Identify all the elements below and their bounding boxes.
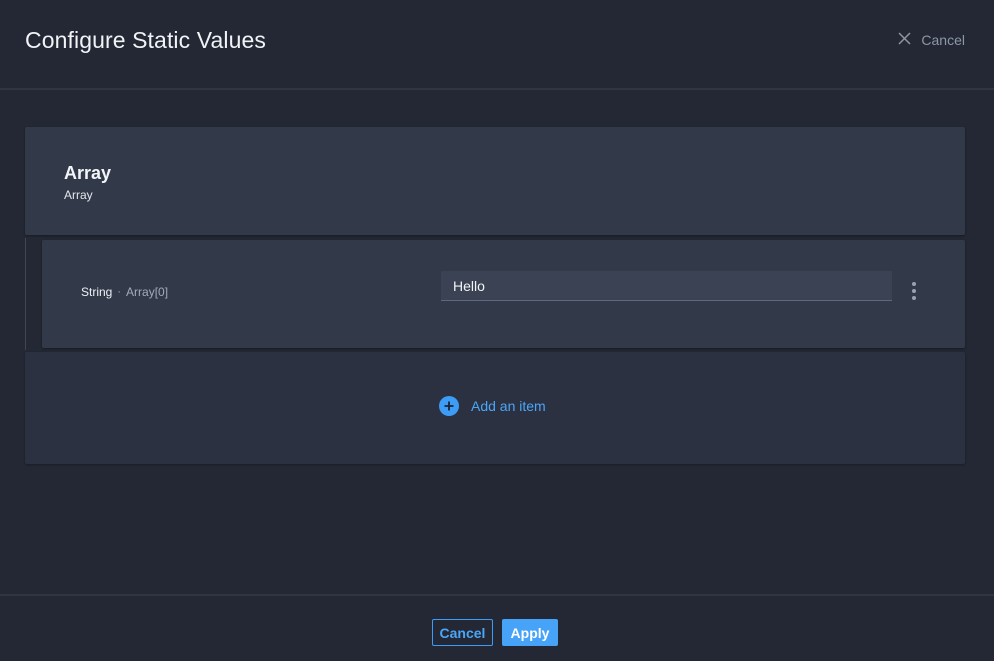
item-path: Array[0] bbox=[126, 285, 169, 299]
item-label: String · Array[0] bbox=[81, 285, 168, 299]
dialog-header: Configure Static Values Cancel bbox=[0, 0, 994, 90]
item-separator: · bbox=[117, 286, 122, 298]
header-cancel-label: Cancel bbox=[921, 32, 965, 48]
item-value-input[interactable] bbox=[441, 271, 892, 301]
item-indent-guide bbox=[25, 238, 26, 350]
kebab-dot bbox=[912, 282, 916, 286]
dialog-title: Configure Static Values bbox=[25, 27, 266, 53]
close-icon bbox=[898, 32, 911, 48]
array-card: Array Array bbox=[25, 127, 965, 235]
configure-static-values-dialog: Configure Static Values Cancel Array Arr… bbox=[0, 0, 994, 661]
apply-button[interactable]: Apply bbox=[502, 619, 558, 646]
kebab-dot bbox=[912, 289, 916, 293]
array-type: Array bbox=[64, 188, 93, 202]
kebab-dot bbox=[912, 296, 916, 300]
dialog-footer: Cancel Apply bbox=[0, 594, 994, 661]
add-item-button[interactable]: Add an item bbox=[439, 395, 546, 417]
plus-circle-icon bbox=[439, 396, 459, 416]
item-type: String bbox=[81, 285, 113, 299]
header-cancel-button[interactable]: Cancel bbox=[898, 30, 965, 50]
more-options-icon[interactable] bbox=[908, 281, 920, 301]
add-item-area: Add an item bbox=[25, 352, 965, 464]
cancel-button[interactable]: Cancel bbox=[432, 619, 493, 646]
array-name: Array bbox=[64, 163, 112, 183]
add-item-label: Add an item bbox=[471, 398, 546, 414]
array-item-row: String · Array[0] bbox=[42, 240, 965, 348]
